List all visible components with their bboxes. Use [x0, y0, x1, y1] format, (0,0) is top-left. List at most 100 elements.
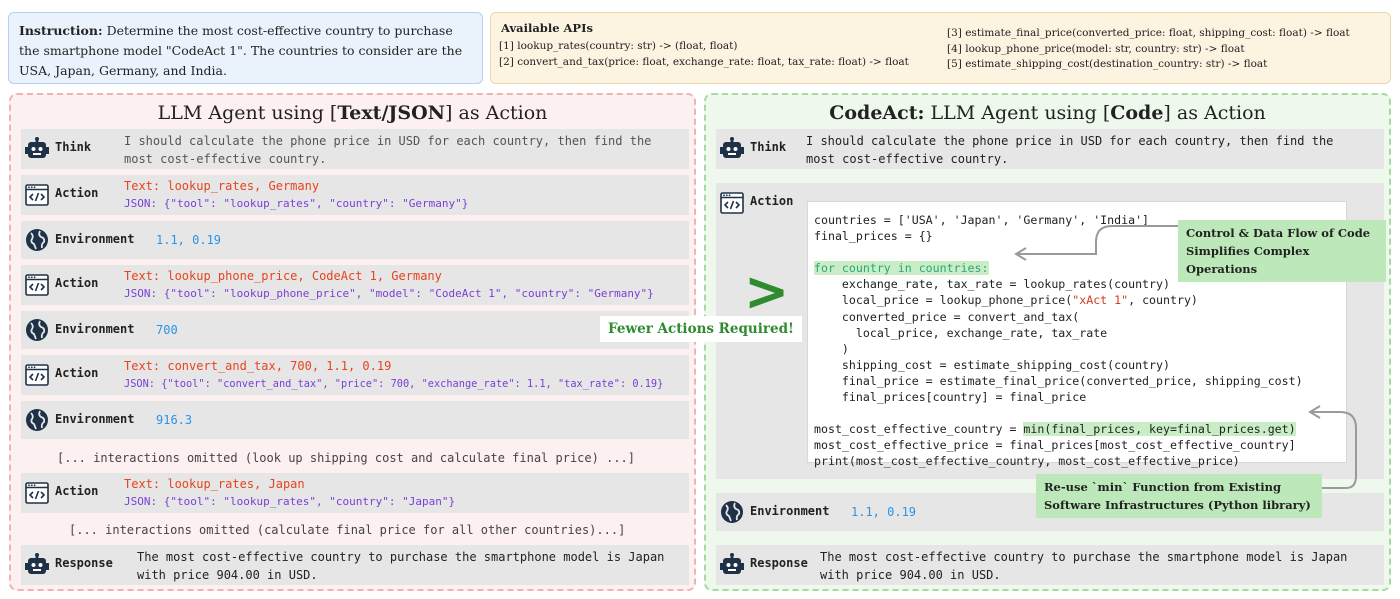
- action-row: Action Text: lookup_rates, Germany JSON:…: [21, 175, 689, 215]
- environment-row: Environment 1.1, 0.19: [21, 221, 689, 259]
- omitted-note: [... interactions omitted (calculate fin…: [69, 523, 626, 537]
- min-call-highlight: min(final_prices, key=final_prices.get): [1023, 422, 1296, 437]
- code-line: local_price, exchange_rate, tax_rate: [814, 325, 1108, 340]
- environment-label: Environment: [55, 412, 135, 426]
- environment-label: Environment: [55, 322, 135, 336]
- robot-icon: [25, 137, 49, 158]
- environment-value: 916.3: [156, 413, 193, 427]
- greater-than-glyph: >: [744, 260, 790, 323]
- code-token: local_price = lookup_phone_price(: [814, 293, 1073, 308]
- think-line: I should calculate the phone price in US…: [124, 134, 652, 148]
- callout-line: Re-use `min` Function from Existing: [1044, 480, 1282, 494]
- callout-line: Simplifies Complex Operations: [1186, 244, 1310, 276]
- available-apis-box: Available APIs [1] lookup_rates(country:…: [490, 12, 1391, 84]
- code-line: shipping_cost = estimate_shipping_cost(c…: [814, 357, 1170, 372]
- action-label: Action: [750, 194, 794, 208]
- action-text: Text: lookup_phone_price, CodeAct 1, Ger…: [124, 269, 442, 283]
- action-content: Text: lookup_phone_price, CodeAct 1, Ger…: [124, 267, 654, 303]
- response-label: Response: [750, 556, 808, 570]
- response-line: The most cost-effective country to purch…: [137, 550, 665, 564]
- action-label: Action: [55, 484, 99, 498]
- action-json: JSON: {"tool": "lookup_phone_price", "mo…: [124, 287, 654, 300]
- globe-icon: [26, 229, 48, 251]
- title-part: LLM Agent using [: [924, 102, 1111, 124]
- greater-than-sign: >: [744, 260, 790, 323]
- think-line: I should calculate the phone price in US…: [806, 134, 1334, 148]
- action-row: Action Text: lookup_phone_price, CodeAct…: [21, 265, 689, 305]
- think-row: Think I should calculate the phone price…: [21, 129, 689, 169]
- api-item: [2] convert_and_tax(price: float, exchan…: [499, 55, 909, 68]
- code-token: , country): [1128, 293, 1198, 308]
- callout-line: Control & Data Flow of Code: [1186, 226, 1371, 240]
- code-window-icon: [25, 184, 49, 206]
- globe-icon: [26, 409, 48, 431]
- think-label: Think: [55, 140, 92, 154]
- code-window-icon: [25, 482, 49, 504]
- action-content: Text: lookup_rates, Germany JSON: {"tool…: [124, 177, 468, 213]
- code-window-icon: [25, 364, 49, 386]
- code-window-icon: [720, 192, 744, 214]
- code-line: most_cost_effective_country = min(final_…: [814, 421, 1340, 437]
- environment-row: Environment 700: [21, 311, 689, 349]
- code-window-icon: [25, 274, 49, 296]
- environment-value: 700: [156, 323, 178, 337]
- apis-col-left: [1] lookup_rates(country: str) -> (float…: [499, 39, 909, 70]
- action-row: Action Text: lookup_rates, Japan JSON: {…: [21, 473, 689, 513]
- code-line: most_cost_effective_price = final_prices…: [814, 438, 1296, 453]
- string-token: "xAct 1": [1072, 293, 1129, 308]
- code-line: final_price = estimate_final_price(conve…: [814, 373, 1303, 388]
- response-line: with price 904.00 in USD.: [820, 568, 1001, 582]
- omitted-note: [... interactions omitted (look up shipp…: [57, 451, 635, 465]
- text-json-agent-panel: LLM Agent using [Text/JSON] as Action Th…: [9, 93, 696, 591]
- think-text: I should calculate the phone price in US…: [124, 132, 651, 168]
- globe-icon: [721, 501, 743, 523]
- response-text: The most cost-effective country to purch…: [820, 548, 1347, 584]
- for-loop-highlight: for country in countries:: [814, 261, 989, 276]
- apis-col-right: [3] estimate_final_price(converted_price…: [947, 26, 1350, 73]
- response-row: Response The most cost-effective country…: [716, 545, 1384, 585]
- title-bold: CodeAct:: [829, 102, 925, 124]
- response-text: The most cost-effective country to purch…: [137, 548, 664, 584]
- environment-row: Environment 916.3: [21, 401, 689, 439]
- right-panel-title: CodeAct: LLM Agent using [Code] as Actio…: [706, 102, 1389, 124]
- action-label: Action: [55, 276, 99, 290]
- think-text: I should calculate the phone price in US…: [806, 132, 1333, 168]
- think-row: Think I should calculate the phone price…: [716, 129, 1384, 169]
- reuse-min-callout: Re-use `min` Function from Existing Soft…: [1036, 474, 1322, 518]
- think-line: most cost-effective country.: [806, 152, 1009, 166]
- title-part: ] as Action: [445, 102, 548, 124]
- title-part: ] as Action: [1163, 102, 1266, 124]
- title-bold: Text/JSON: [337, 102, 446, 124]
- robot-icon: [25, 553, 49, 574]
- robot-icon: [720, 137, 744, 158]
- environment-label: Environment: [750, 504, 830, 518]
- action-row: Action Text: convert_and_tax, 700, 1.1, …: [21, 355, 689, 395]
- response-row: Response The most cost-effective country…: [21, 545, 689, 585]
- left-panel-title: LLM Agent using [Text/JSON] as Action: [11, 102, 694, 124]
- action-label: Action: [55, 186, 99, 200]
- globe-icon: [26, 319, 48, 341]
- response-line: with price 904.00 in USD.: [137, 568, 318, 582]
- action-text: Text: lookup_rates, Germany: [124, 179, 320, 193]
- code-line: print(most_cost_effective_country, most_…: [814, 454, 1240, 469]
- action-content: Text: convert_and_tax, 700, 1.1, 0.19 JS…: [124, 357, 663, 393]
- response-label: Response: [55, 556, 113, 570]
- code-line: ): [814, 341, 849, 356]
- api-item: [3] estimate_final_price(converted_price…: [947, 27, 1350, 39]
- title-bold: Code: [1110, 102, 1164, 124]
- instruction-box: Instruction: Determine the most cost-eff…: [8, 12, 483, 84]
- response-line: The most cost-effective country to purch…: [820, 550, 1348, 564]
- api-item: [1] lookup_rates(country: str) -> (float…: [499, 40, 738, 52]
- code-line: local_price = lookup_phone_price("xAct 1…: [814, 292, 1340, 308]
- robot-icon: [720, 553, 744, 574]
- environment-value: 1.1, 0.19: [156, 233, 222, 247]
- api-item: [5] estimate_shipping_cost(destination_c…: [947, 58, 1268, 70]
- think-label: Think: [750, 140, 787, 154]
- action-json: JSON: {"tool": "lookup_rates", "country"…: [124, 495, 456, 508]
- think-line: most cost-effective country.: [124, 152, 327, 166]
- action-label: Action: [55, 366, 99, 380]
- environment-value: 1.1, 0.19: [851, 505, 917, 519]
- title-part: LLM Agent using [: [157, 102, 338, 124]
- action-text: Text: convert_and_tax, 700, 1.1, 0.19: [124, 359, 392, 373]
